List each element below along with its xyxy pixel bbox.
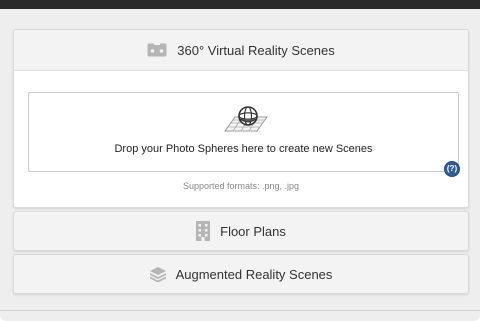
- vr-scenes-title: 360° Virtual Reality Scenes: [177, 42, 335, 58]
- vr-headset-icon: [147, 43, 167, 57]
- photo-sphere-icon: [211, 103, 275, 135]
- floor-plans-title: Floor Plans: [220, 223, 286, 239]
- building-icon: [196, 221, 211, 241]
- ar-scenes-panel[interactable]: Augmented Reality Scenes: [13, 254, 469, 294]
- container-divider: [0, 310, 480, 311]
- vr-scenes-header[interactable]: 360° Virtual Reality Scenes: [14, 30, 468, 71]
- supported-formats-text: Supported formats: .png, .jpg: [182, 181, 300, 191]
- vr-scenes-panel: 360° Virtual Reality Scenes Drop your Ph…: [13, 29, 469, 208]
- help-icon[interactable]: (?): [444, 161, 460, 177]
- ar-scenes-title: Augmented Reality Scenes: [175, 266, 333, 282]
- photo-sphere-dropzone[interactable]: Drop your Photo Spheres here to create n…: [28, 92, 459, 172]
- dropzone-message: Drop your Photo Spheres here to create n…: [114, 143, 373, 155]
- floor-plans-panel[interactable]: Floor Plans: [13, 211, 469, 251]
- layers-icon: [149, 266, 166, 283]
- top-bar: [0, 0, 480, 9]
